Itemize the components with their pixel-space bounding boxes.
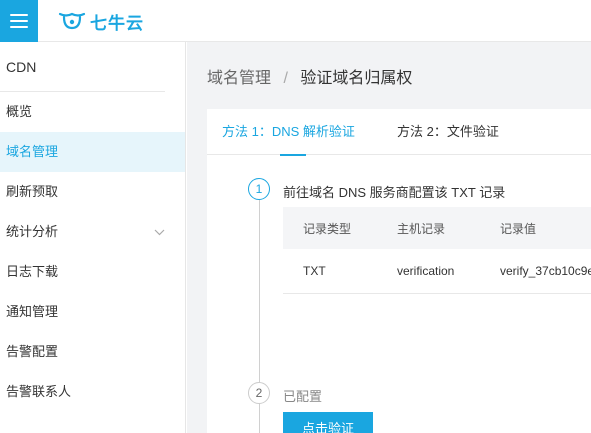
sidebar: CDN 概览 域名管理 刷新预取 统计分析 日志下载 通知管理 告警配置 告警联… (0, 42, 186, 433)
sidebar-item-notification[interactable]: 通知管理 (0, 292, 185, 332)
logo[interactable]: 七牛云 (58, 8, 144, 34)
breadcrumb-separator: / (283, 70, 288, 87)
tab-file-verification[interactable]: 方法 2：文件验证 (397, 109, 499, 155)
logo-text: 七牛云 (90, 13, 144, 33)
step-1-title: 前往域名 DNS 服务商配置该 TXT 记录 (283, 185, 506, 200)
top-bar: 七牛云 (0, 0, 591, 42)
breadcrumb: 域名管理 / 验证域名归属权 (207, 64, 412, 88)
sidebar-item-label: 通知管理 (6, 304, 59, 319)
sidebar-item-log-download[interactable]: 日志下载 (0, 252, 185, 292)
sidebar-item-label: 概览 (6, 104, 33, 119)
sidebar-item-label: 刷新预取 (6, 184, 59, 199)
column-header-host: 主机记录 (377, 207, 480, 249)
cell-host: verification (377, 249, 480, 294)
table-header-row: 记录类型 主机记录 记录值 (283, 207, 591, 249)
breadcrumb-parent[interactable]: 域名管理 (207, 70, 271, 87)
sidebar-item-alert-contacts[interactable]: 告警联系人 (0, 372, 185, 412)
cell-record-type: TXT (283, 249, 377, 294)
step-1-number: 1 (248, 178, 270, 200)
step-2-title: 已配置 (283, 389, 323, 404)
sidebar-item-statistics[interactable]: 统计分析 (0, 212, 185, 252)
page-title: 验证域名归属权 (300, 70, 413, 87)
sidebar-header: CDN (0, 42, 165, 92)
method-tabs: 方法 1：DNS 解析验证 方法 2：文件验证 (207, 109, 591, 156)
menu-icon[interactable] (0, 0, 38, 42)
sidebar-item-label: 日志下载 (6, 264, 59, 279)
sidebar-item-alert-config[interactable]: 告警配置 (0, 332, 185, 372)
qiniu-logo-icon (58, 12, 86, 30)
cell-value: verify_37cb10c9e (480, 249, 591, 294)
step-2-number: 2 (248, 382, 270, 404)
table-row: TXT verification verify_37cb10c9e (283, 249, 591, 294)
verification-card: 方法 1：DNS 解析验证 方法 2：文件验证 1 前往域名 DNS 服务商配置… (207, 109, 591, 433)
chevron-down-icon (154, 212, 165, 252)
dns-record-table: 记录类型 主机记录 记录值 TXT verification verify_37… (283, 207, 591, 294)
sidebar-item-label: 告警联系人 (6, 384, 72, 399)
sidebar-item-domain-management[interactable]: 域名管理 (0, 132, 185, 172)
sidebar-item-label: 统计分析 (6, 224, 59, 239)
column-header-value: 记录值 (480, 207, 591, 249)
sidebar-item-label: 域名管理 (6, 144, 59, 159)
column-header-record-type: 记录类型 (283, 207, 377, 249)
sidebar-item-label: 告警配置 (6, 344, 59, 359)
sidebar-item-refresh-prefetch[interactable]: 刷新预取 (0, 172, 185, 212)
main-content: 域名管理 / 验证域名归属权 方法 1：DNS 解析验证 方法 2：文件验证 1… (187, 42, 591, 433)
tab-dns-verification[interactable]: 方法 1：DNS 解析验证 (222, 109, 355, 156)
verify-button[interactable]: 点击验证 (283, 412, 373, 433)
sidebar-item-overview[interactable]: 概览 (0, 92, 185, 132)
